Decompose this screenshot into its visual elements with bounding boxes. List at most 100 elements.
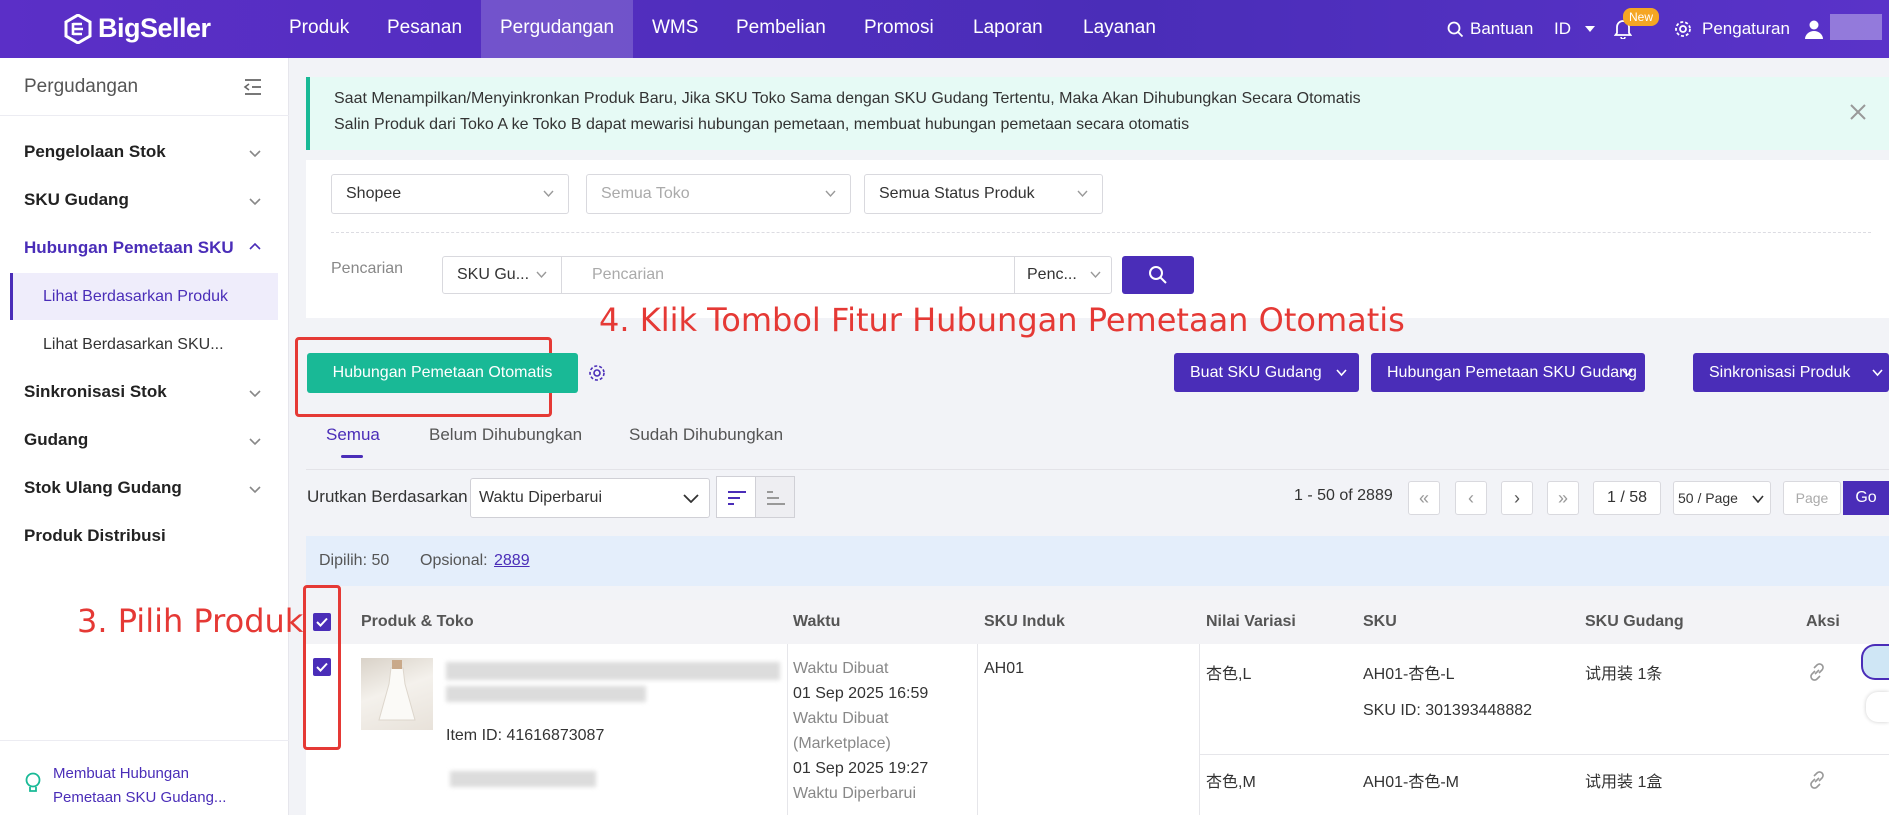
chevron-down-icon bbox=[683, 494, 699, 503]
go-button[interactable]: Go bbox=[1843, 481, 1889, 515]
sort-label: Urutkan Berdasarkan bbox=[307, 487, 468, 506]
created-time-label: Waktu Dibuat bbox=[793, 660, 889, 677]
current-page-display[interactable]: 1 / 58 bbox=[1593, 481, 1661, 515]
sort-ascending-button[interactable] bbox=[755, 476, 795, 518]
support-avatar[interactable] bbox=[1861, 644, 1889, 680]
search-type-select[interactable]: SKU Gu... bbox=[442, 256, 562, 294]
search-input[interactable]: Pencarian bbox=[561, 256, 1015, 294]
marketplace-select[interactable]: Shopee bbox=[331, 174, 569, 214]
nav-promosi[interactable]: Promosi bbox=[845, 0, 953, 58]
bigseller-logo[interactable]: BigSeller bbox=[64, 13, 211, 44]
last-page-button[interactable]: » bbox=[1547, 481, 1579, 515]
column-sku-gudang: SKU Gudang bbox=[1585, 613, 1684, 630]
collapse-menu-icon[interactable] bbox=[243, 78, 263, 96]
chevron-down-icon bbox=[536, 271, 547, 279]
auto-mapping-button[interactable]: Hubungan Pemetaan Otomatis bbox=[307, 353, 578, 393]
store-name-redacted bbox=[450, 771, 596, 787]
link-icon[interactable] bbox=[1806, 661, 1828, 683]
store-value: Semua Toko bbox=[601, 185, 690, 202]
lightbulb-icon bbox=[25, 772, 41, 792]
nav-pesanan[interactable]: Pesanan bbox=[368, 0, 481, 58]
sidebar-item-pengelolaan-stok[interactable]: Pengelolaan Stok bbox=[24, 142, 166, 162]
notice-line-2: Salin Produk dari Toko A ke Toko B dapat… bbox=[334, 116, 1190, 133]
prev-page-button[interactable]: ‹ bbox=[1455, 481, 1487, 515]
user-menu[interactable] bbox=[1804, 0, 1824, 58]
product-name-redacted bbox=[446, 662, 780, 680]
col-divider bbox=[977, 644, 978, 815]
optional-label: Opsional: bbox=[420, 552, 488, 569]
language-selector[interactable]: ID bbox=[1554, 0, 1595, 58]
next-page-button[interactable]: › bbox=[1501, 481, 1533, 515]
store-select[interactable]: Semua Toko bbox=[586, 174, 851, 214]
marketplace-created-value: 01 Sep 2025 19:27 bbox=[793, 760, 929, 777]
sidebar-title: Pergudangan bbox=[24, 76, 139, 97]
active-tab-indicator bbox=[341, 455, 363, 458]
top-nav-bar: BigSeller Produk Pesanan Pergudangan WMS… bbox=[0, 0, 1889, 58]
sidebar-item-sku-gudang[interactable]: SKU Gudang bbox=[24, 190, 129, 210]
chevron-down-icon bbox=[249, 198, 261, 206]
search-icon bbox=[1447, 21, 1464, 37]
nav-pembelian[interactable]: Pembelian bbox=[717, 0, 845, 58]
product-thumbnail[interactable] bbox=[361, 658, 433, 730]
tab-sudah-dihubungkan[interactable]: Sudah Dihubungkan bbox=[629, 425, 783, 445]
map-warehouse-sku-label: Hubungan Pemetaan SKU Gudang bbox=[1387, 364, 1637, 381]
search-mode-select[interactable]: Penc... bbox=[1014, 256, 1112, 294]
annotation-step-4: 4. Klik Tombol Fitur Hubungan Pemetaan O… bbox=[599, 301, 1405, 339]
nav-produk[interactable]: Produk bbox=[270, 0, 368, 58]
marketplace-created-label-2: (Marketplace) bbox=[793, 735, 891, 752]
nav-pergudangan[interactable]: Pergudangan bbox=[481, 0, 634, 58]
variant-value-2: 杏色,M bbox=[1206, 774, 1256, 791]
sidebar-item-stok-ulang-gudang[interactable]: Stok Ulang Gudang bbox=[24, 478, 182, 498]
nav-wms[interactable]: WMS bbox=[633, 0, 717, 58]
marketplace-created-label: Waktu Dibuat bbox=[793, 710, 889, 727]
gear-icon[interactable] bbox=[588, 364, 606, 382]
link-icon[interactable] bbox=[1806, 769, 1828, 791]
help-label: Bantuan bbox=[1470, 19, 1534, 38]
per-page-select[interactable]: 50 / Page bbox=[1673, 481, 1771, 515]
column-produk-toko: Produk & Toko bbox=[361, 613, 474, 630]
close-icon[interactable] bbox=[1847, 101, 1869, 123]
updated-time-label: Waktu Diperbarui bbox=[793, 785, 917, 802]
sort-descending-button[interactable] bbox=[716, 476, 756, 518]
first-page-button[interactable]: « bbox=[1408, 481, 1440, 515]
tab-belum-dihubungkan[interactable]: Belum Dihubungkan bbox=[429, 425, 582, 445]
help-link[interactable]: Bantuan bbox=[1447, 0, 1533, 58]
sidebar-item-sinkronisasi-stok[interactable]: Sinkronisasi Stok bbox=[24, 382, 167, 402]
nav-layanan[interactable]: Layanan bbox=[1064, 0, 1175, 58]
search-button[interactable] bbox=[1122, 256, 1194, 294]
warehouse-sku-2: 试用装 1盒 bbox=[1585, 774, 1663, 791]
page-jump-input[interactable]: Page bbox=[1783, 481, 1841, 515]
floating-help-button[interactable] bbox=[1866, 692, 1889, 722]
user-icon bbox=[1805, 20, 1823, 39]
optional-count-link[interactable]: 2889 bbox=[494, 552, 530, 570]
search-type-value: SKU Gu... bbox=[457, 266, 530, 283]
chevron-down-icon bbox=[249, 390, 261, 398]
sidebar-subitem-by-product[interactable]: Lihat Berdasarkan Produk bbox=[10, 273, 278, 320]
sidebar-item-produk-distribusi[interactable]: Produk Distribusi bbox=[24, 526, 166, 546]
dress-image-icon bbox=[378, 660, 416, 721]
nav-laporan[interactable]: Laporan bbox=[954, 0, 1062, 58]
settings-label: Pengaturan bbox=[1702, 19, 1790, 38]
sidebar-subitem-by-sku[interactable]: Lihat Berdasarkan SKU... bbox=[10, 321, 278, 368]
sync-products-button[interactable]: Sinkronisasi Produk bbox=[1693, 353, 1889, 392]
double-chevron-left-icon: « bbox=[1418, 488, 1429, 508]
sidebar-item-gudang[interactable]: Gudang bbox=[24, 430, 88, 450]
bigseller-logo-icon bbox=[64, 13, 92, 44]
chevron-right-icon: › bbox=[1514, 488, 1520, 508]
settings-button[interactable]: Pengaturan bbox=[1674, 0, 1790, 58]
variant-sku-1: AH01-杏色-L bbox=[1363, 666, 1455, 683]
sidebar-tip-link[interactable]: Membuat Hubungan Pemetaan SKU Gudang... bbox=[53, 762, 253, 810]
sidebar-item-hubungan-pemetaan-sku[interactable]: Hubungan Pemetaan SKU bbox=[24, 238, 234, 258]
search-icon bbox=[1149, 266, 1167, 284]
brand-name: BigSeller bbox=[98, 13, 211, 43]
tab-semua[interactable]: Semua bbox=[326, 425, 380, 445]
tabs-divider bbox=[306, 469, 1889, 470]
sort-select[interactable]: Waktu Diperbarui bbox=[470, 478, 710, 518]
create-warehouse-sku-button[interactable]: Buat SKU Gudang bbox=[1174, 353, 1359, 392]
product-status-select[interactable]: Semua Status Produk bbox=[864, 174, 1103, 214]
map-warehouse-sku-button[interactable]: Hubungan Pemetaan SKU Gudang bbox=[1371, 353, 1645, 392]
search-mode-value: Penc... bbox=[1027, 266, 1077, 283]
column-waktu: Waktu bbox=[793, 613, 841, 630]
info-notice: Saat Menampilkan/Menyinkronkan Produk Ba… bbox=[306, 77, 1889, 150]
warehouse-sku-1: 试用装 1条 bbox=[1585, 666, 1663, 683]
